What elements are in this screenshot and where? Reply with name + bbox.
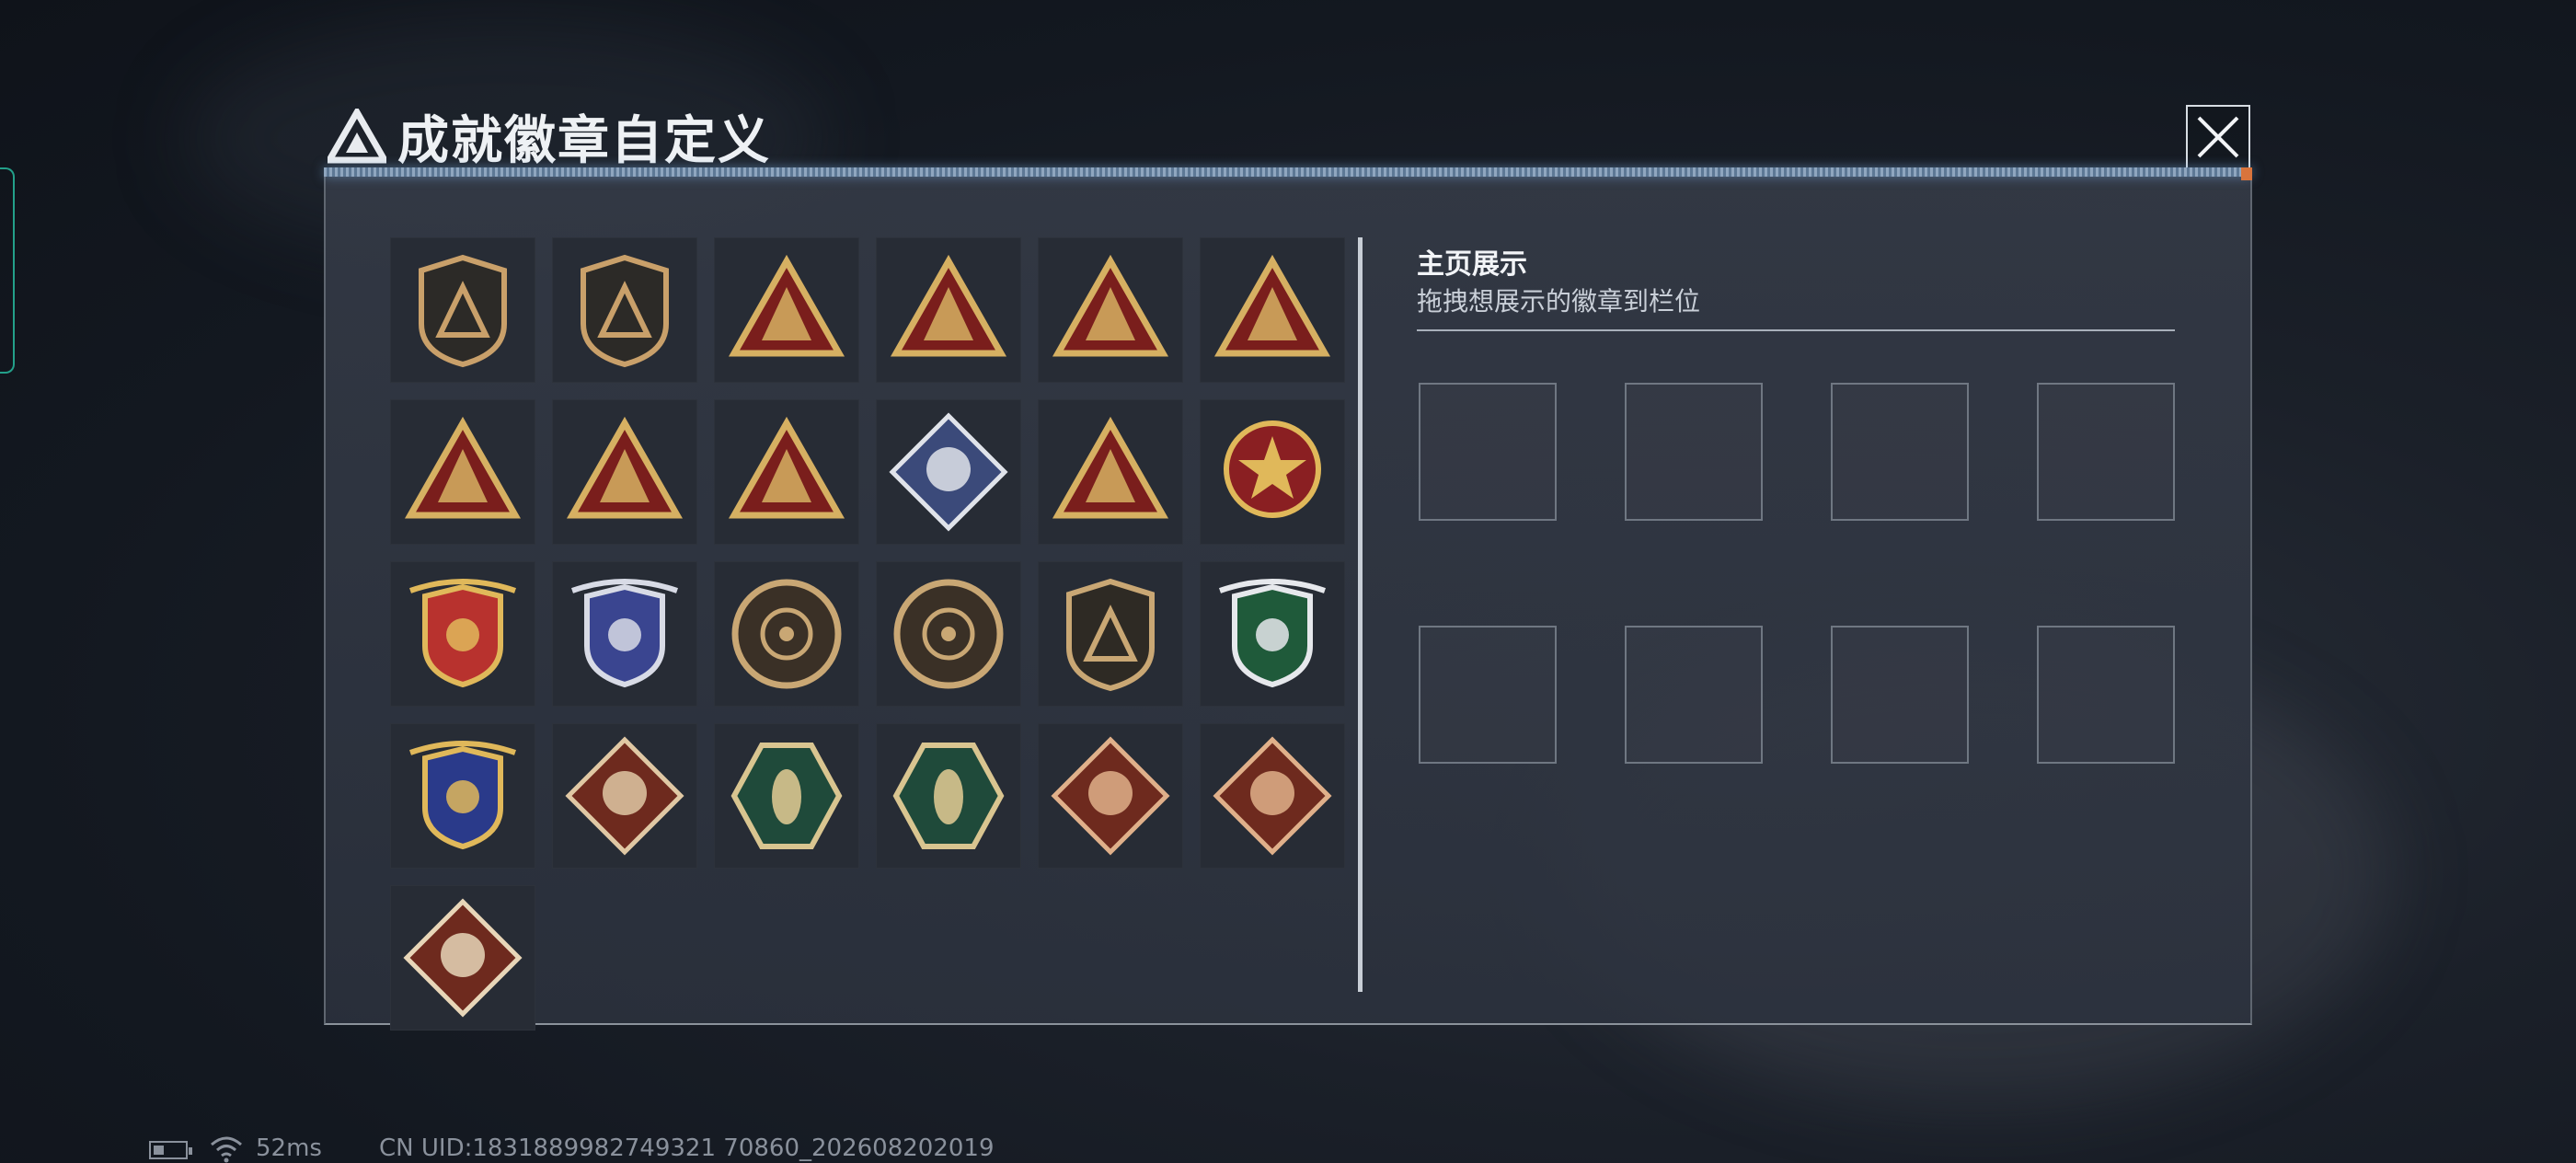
battery-icon bbox=[149, 1141, 192, 1159]
display-slot[interactable] bbox=[2037, 383, 2175, 521]
rifle-shield-icon bbox=[1066, 578, 1155, 692]
panel-divider[interactable] bbox=[1358, 237, 1363, 992]
wifi-icon bbox=[211, 1136, 242, 1163]
badge-cell[interactable] bbox=[1200, 561, 1345, 707]
page-title: 成就徽章自定义 bbox=[397, 111, 771, 171]
dragon-diamond-alt-icon bbox=[1213, 736, 1332, 856]
dragon-diamond-icon bbox=[1051, 736, 1170, 856]
star-medal-icon bbox=[1224, 420, 1321, 518]
diver-triangle-icon bbox=[1052, 416, 1169, 519]
display-slot[interactable] bbox=[1625, 626, 1763, 764]
rose-diamond-icon bbox=[889, 412, 1008, 532]
gas-mask-coin-icon bbox=[893, 579, 1004, 689]
badge-cell[interactable] bbox=[390, 885, 535, 1031]
crosshair-skull-coin-icon bbox=[731, 579, 842, 689]
badge-cell[interactable] bbox=[876, 237, 1021, 383]
crossed-arms-crest-icon bbox=[409, 741, 516, 850]
badge-cell[interactable] bbox=[1200, 237, 1345, 383]
home-display-title: 主页展示 bbox=[1417, 248, 1527, 281]
wasp-hexagon-alt-icon bbox=[892, 743, 1005, 849]
left-edge-tab[interactable] bbox=[0, 167, 15, 374]
display-slot[interactable] bbox=[1419, 383, 1557, 521]
badge-cell[interactable] bbox=[876, 723, 1021, 869]
delta-logo-icon bbox=[328, 109, 386, 164]
badge-cell[interactable] bbox=[552, 399, 697, 545]
badge-cell[interactable] bbox=[1038, 723, 1183, 869]
badge-cell[interactable] bbox=[1038, 561, 1183, 707]
badge-cell[interactable] bbox=[1038, 237, 1183, 383]
display-slot[interactable] bbox=[1419, 626, 1557, 764]
hands-gem-triangle-icon bbox=[566, 416, 684, 519]
display-slot[interactable] bbox=[2037, 626, 2175, 764]
gold-shield-stars-icon bbox=[409, 579, 516, 688]
badge-cell[interactable] bbox=[1200, 399, 1345, 545]
helicopter-shield-icon bbox=[581, 254, 669, 368]
user-uid: CN UID:1831889982749321 70860_2026082020… bbox=[379, 1134, 995, 1162]
badge-cell[interactable] bbox=[390, 723, 535, 869]
display-slot[interactable] bbox=[1625, 383, 1763, 521]
badge-cell[interactable] bbox=[390, 399, 535, 545]
display-slot[interactable] bbox=[1831, 383, 1969, 521]
money-bag-triangle-icon bbox=[728, 254, 845, 357]
battery-level bbox=[154, 1146, 164, 1155]
badge-cell[interactable] bbox=[714, 561, 859, 707]
home-display-subtitle: 拖拽想展示的徽章到栏位 bbox=[1417, 286, 1701, 317]
badge-cell[interactable] bbox=[1038, 399, 1183, 545]
badge-cell[interactable] bbox=[1200, 723, 1345, 869]
badge-cell[interactable] bbox=[552, 561, 697, 707]
badge-cell[interactable] bbox=[552, 723, 697, 869]
badge-cell[interactable] bbox=[390, 237, 535, 383]
wolf-diamond-icon bbox=[565, 736, 684, 856]
soldier-rescue-triangle-icon bbox=[404, 416, 522, 519]
panel-top-border bbox=[324, 167, 2252, 177]
emblem-shield-triangle-icon bbox=[419, 254, 507, 368]
badge-cell[interactable] bbox=[714, 399, 859, 545]
ping-latency: 52ms bbox=[256, 1134, 322, 1162]
number-one-triangle-icon bbox=[1052, 254, 1169, 357]
usb-drive-triangle-icon bbox=[1213, 254, 1331, 357]
home-display-divider bbox=[1417, 329, 2175, 331]
silver-gem-crest-icon bbox=[571, 579, 678, 688]
display-slot[interactable] bbox=[1831, 626, 1969, 764]
close-x-icon bbox=[2197, 116, 2239, 158]
close-button[interactable] bbox=[2186, 105, 2250, 169]
badge-cell[interactable] bbox=[876, 399, 1021, 545]
badge-cell[interactable] bbox=[714, 723, 859, 869]
runner-diamond-icon bbox=[403, 898, 523, 1018]
badge-cell[interactable] bbox=[714, 237, 859, 383]
panel-accent-mark bbox=[2241, 167, 2252, 180]
wasp-hexagon-icon bbox=[730, 743, 843, 849]
squad-triangle-icon bbox=[728, 416, 845, 519]
badge-cell[interactable] bbox=[876, 561, 1021, 707]
badge-cell[interactable] bbox=[390, 561, 535, 707]
golden-egg-triangle-icon bbox=[890, 254, 1007, 357]
badge-cell[interactable] bbox=[552, 237, 697, 383]
sniper-scope-crest-icon bbox=[1219, 579, 1326, 688]
